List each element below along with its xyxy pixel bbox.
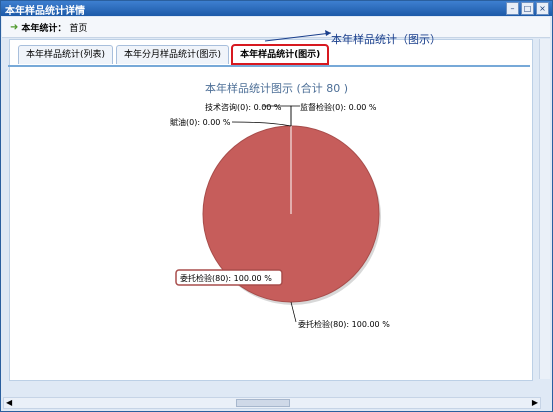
leader-line-supervise [290, 105, 300, 126]
pie-layer: 技术咨询(0): 0.00 % 监督检验(0): 0.00 % 賦油(0): 0.0… [170, 102, 390, 329]
tooltip-label: 委托检验(80): 100.00 % [180, 273, 272, 283]
slice-label-consult: 技术咨询(0): 0.00 % [205, 102, 282, 112]
pie-chart: 技术咨询(0): 0.00 % 监督检验(0): 0.00 % 賦油(0): 0.0… [170, 30, 390, 329]
leader-line-commission [290, 301, 297, 323]
annotation-arrow-head [325, 30, 331, 36]
annotation-arrow [264, 32, 332, 42]
leader-line-oil [231, 121, 292, 127]
slice-label-supervise: 监督检验(0): 0.00 % [300, 102, 377, 112]
slice-label-commission: 委托检验(80): 100.00 % [298, 319, 390, 329]
slice-label-oil: 賦油(0): 0.00 % [170, 117, 231, 127]
